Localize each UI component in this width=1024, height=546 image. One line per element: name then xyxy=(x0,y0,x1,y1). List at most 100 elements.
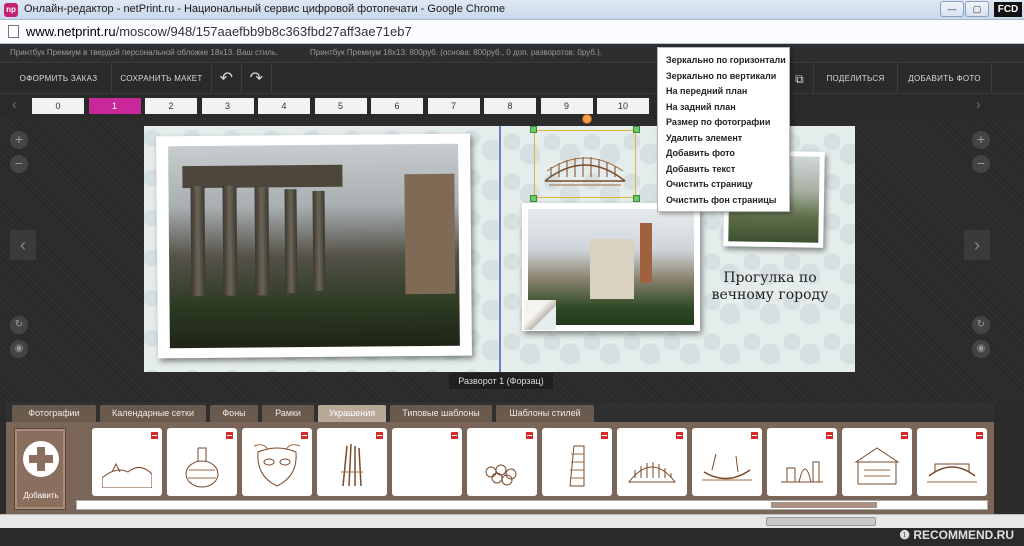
share-button[interactable]: ПОДЕЛИТЬСЯ xyxy=(814,63,898,95)
selected-colosseum-decoration[interactable] xyxy=(534,130,636,198)
address-bar[interactable]: www.netprint.ru/moscow/948/157aaefbb9b8c… xyxy=(0,20,1024,44)
gallery-item-market-sketch[interactable] xyxy=(842,428,912,496)
delete-icon[interactable] xyxy=(525,431,534,440)
delete-icon[interactable] xyxy=(450,431,459,440)
context-menu-item[interactable]: Очистить страницу xyxy=(658,177,789,193)
resize-handle[interactable] xyxy=(633,195,640,202)
gallery-item-pisa-tower-sketch[interactable] xyxy=(542,428,612,496)
forum-photo[interactable] xyxy=(156,133,472,359)
decoration-gallery: Добавить xyxy=(6,422,994,514)
minimize-button[interactable]: — xyxy=(940,1,964,17)
spread-caption[interactable]: Прогулка по вечному городу xyxy=(700,270,840,304)
page-tab-0[interactable]: 0 xyxy=(32,98,84,114)
zoom-in-right-icon[interactable]: + xyxy=(972,131,990,149)
gallery-scroll-thumb[interactable] xyxy=(771,502,877,508)
grapes-sketch-icon xyxy=(485,464,517,486)
column xyxy=(190,185,206,297)
resize-handle[interactable] xyxy=(530,126,537,133)
colosseum-sketch-icon xyxy=(544,157,626,186)
preview-right-icon[interactable]: ◉ xyxy=(972,340,990,358)
preview-icon[interactable]: ◉ xyxy=(10,340,28,358)
page-tab-2[interactable]: 2 xyxy=(145,98,197,114)
delete-icon[interactable] xyxy=(600,431,609,440)
delete-icon[interactable] xyxy=(750,431,759,440)
context-menu-item[interactable]: Очистить фон страницы xyxy=(658,193,789,209)
add-decoration-button[interactable]: Добавить xyxy=(14,428,66,510)
gallery-item-empty[interactable] xyxy=(392,428,462,496)
page-tab-4[interactable]: 4 xyxy=(258,98,310,114)
add-photo-button[interactable]: ДОБАВИТЬ ФОТО xyxy=(898,63,992,95)
tab-1[interactable]: Календарные сетки xyxy=(100,405,206,422)
asparagus-sketch-icon xyxy=(341,443,363,487)
order-button[interactable]: ОФОРМИТЬ ЗАКАЗ xyxy=(6,63,112,95)
gallery-item-colosseum-sketch[interactable] xyxy=(617,428,687,496)
tab-5[interactable]: Типовые шаблоны xyxy=(390,405,492,422)
price-summary: Принтбук Премиум 18х13: 800руб. (основа:… xyxy=(310,48,602,57)
page-tab-10[interactable]: 10 xyxy=(597,98,649,114)
gallery-item-bridge-sketch[interactable] xyxy=(917,428,987,496)
save-layout-button[interactable]: СОХРАНИТЬ МАКЕТ xyxy=(112,63,212,95)
page-scroll-thumb[interactable] xyxy=(766,517,876,526)
spread-label: Разворот 1 (Форзац) xyxy=(449,373,553,389)
gallery-item-gondola-sketch[interactable] xyxy=(692,428,762,496)
delete-icon[interactable] xyxy=(900,431,909,440)
context-menu-item[interactable]: Добавить текст xyxy=(658,162,789,178)
gallery-item-florence-sketch[interactable] xyxy=(767,428,837,496)
delete-icon[interactable] xyxy=(375,431,384,440)
delete-icon[interactable] xyxy=(300,431,309,440)
delete-icon[interactable] xyxy=(975,431,984,440)
gallery-item-asparagus-sketch[interactable] xyxy=(317,428,387,496)
redo-icon[interactable]: ↷ xyxy=(242,63,272,95)
gallery-item-landscape-sketch[interactable] xyxy=(92,428,162,496)
page-scrollbar[interactable] xyxy=(0,514,1024,528)
gallery-item-venetian-mask-sketch[interactable] xyxy=(242,428,312,496)
layers-icon[interactable]: ⧉ xyxy=(786,63,814,95)
gallery-scrollbar[interactable] xyxy=(76,500,988,510)
tab-4[interactable]: Украшения xyxy=(318,405,386,422)
undo-icon[interactable]: ↶ xyxy=(212,63,242,95)
page-tab-7[interactable]: 7 xyxy=(427,98,480,114)
zoom-out-right-icon[interactable]: − xyxy=(972,155,990,173)
tab-6[interactable]: Шаблоны стилей xyxy=(496,405,594,422)
zoom-in-icon[interactable]: + xyxy=(10,131,28,149)
gallery-item-wine-bottle-sketch[interactable] xyxy=(167,428,237,496)
tab-2[interactable]: Фоны xyxy=(210,405,258,422)
rotate-handle-icon[interactable] xyxy=(582,114,592,124)
prev-page-icon[interactable]: ‹ xyxy=(12,96,17,112)
delete-icon[interactable] xyxy=(675,431,684,440)
maximize-button[interactable]: ▢ xyxy=(965,1,989,17)
next-spread-icon[interactable]: › xyxy=(964,230,990,260)
resize-handle[interactable] xyxy=(633,126,640,133)
context-menu-item[interactable]: На задний план xyxy=(658,100,789,116)
next-page-icon[interactable]: › xyxy=(976,96,981,112)
page-tab-5[interactable]: 5 xyxy=(314,98,367,114)
rotate-right-icon[interactable]: ↻ xyxy=(972,316,990,334)
prev-spread-icon[interactable]: ‹ xyxy=(10,230,36,260)
watermark: ❶ RECOMMEND.RU xyxy=(899,528,1014,542)
context-menu-item[interactable]: Удалить элемент xyxy=(658,131,789,147)
column xyxy=(312,190,326,292)
tab-3[interactable]: Рамки xyxy=(262,405,314,422)
rotate-icon[interactable]: ↻ xyxy=(10,316,28,334)
context-menu-item[interactable]: На передний план xyxy=(658,84,789,100)
gallery-item-grapes-sketch[interactable] xyxy=(467,428,537,496)
context-menu-item[interactable]: Размер по фотографии xyxy=(658,115,789,131)
temple-entablature xyxy=(182,164,343,189)
page-tab-9[interactable]: 9 xyxy=(540,98,593,114)
context-menu-item[interactable]: Добавить фото xyxy=(658,146,789,162)
tab-0[interactable]: Фотографии xyxy=(12,405,96,422)
zoom-out-icon[interactable]: − xyxy=(10,155,28,173)
url-field[interactable]: www.netprint.ru/moscow/948/157aaefbb9b8c… xyxy=(26,24,412,39)
page-tab-8[interactable]: 8 xyxy=(484,98,536,114)
context-menu-item[interactable]: Зеркально по горизонтали xyxy=(658,53,789,69)
page-tab-1[interactable]: 1 xyxy=(88,98,141,114)
delete-icon[interactable] xyxy=(825,431,834,440)
delete-icon[interactable] xyxy=(150,431,159,440)
delete-icon[interactable] xyxy=(225,431,234,440)
page-tab-6[interactable]: 6 xyxy=(371,98,423,114)
florence-sketch-icon xyxy=(781,461,823,483)
page-tab-3[interactable]: 3 xyxy=(201,98,254,114)
context-menu-item[interactable]: Зеркально по вертикали xyxy=(658,69,789,85)
pisa-tower-sketch-icon xyxy=(569,445,585,487)
resize-handle[interactable] xyxy=(530,195,537,202)
